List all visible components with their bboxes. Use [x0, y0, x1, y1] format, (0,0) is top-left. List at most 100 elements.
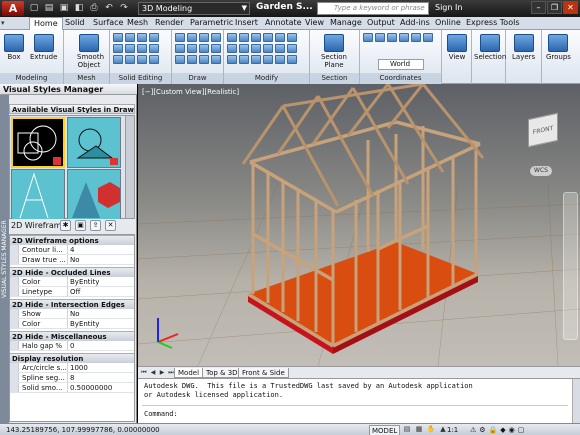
tab-annotate[interactable]: Annotate: [265, 17, 302, 30]
ribbon-options-icon[interactable]: ▾: [1, 17, 5, 30]
prev-layout-icon[interactable]: ◀: [149, 368, 157, 377]
stretch-icon[interactable]: [227, 44, 237, 53]
explode-icon[interactable]: [275, 44, 285, 53]
3d-move-icon[interactable]: [239, 55, 249, 64]
command-line-input[interactable]: Command:: [144, 410, 178, 419]
clean-screen-icon[interactable]: ▢: [518, 425, 525, 435]
tab-home[interactable]: Home: [29, 17, 63, 30]
property-value[interactable]: Off: [70, 287, 80, 296]
thumb-realistic[interactable]: [67, 169, 121, 220]
first-layout-icon[interactable]: ⏮: [140, 368, 148, 377]
open-icon[interactable]: ▤: [43, 2, 55, 14]
property-value[interactable]: 8: [70, 373, 74, 382]
command-scrollbar[interactable]: [572, 379, 580, 424]
spline-icon[interactable]: [199, 44, 209, 53]
category-occluded-lines[interactable]: 2D Hide - Occluded Lines: [10, 267, 134, 277]
3d-mirror-icon[interactable]: [263, 55, 273, 64]
ucs-world-icon[interactable]: [375, 33, 385, 42]
ucs-previous-icon[interactable]: [387, 33, 397, 42]
shell-icon[interactable]: [125, 55, 135, 64]
drawing-viewport[interactable]: [−][Custom View][Realistic] FRONT WCS: [138, 84, 580, 366]
property-value[interactable]: 0.50000000: [70, 383, 112, 392]
polyline-icon[interactable]: [187, 33, 197, 42]
tab-view[interactable]: View: [305, 17, 324, 30]
offset-edge-icon[interactable]: [149, 44, 159, 53]
trim-icon[interactable]: [251, 33, 261, 42]
circle-icon[interactable]: [199, 33, 209, 42]
tab-top-3d[interactable]: Top & 3D: [202, 368, 242, 378]
create-style-icon[interactable]: ✱: [60, 220, 71, 231]
property-value[interactable]: ByEntity: [70, 277, 99, 286]
wcs-menu[interactable]: WCS: [530, 166, 552, 176]
fillet-icon[interactable]: [287, 33, 297, 42]
separate-icon[interactable]: [113, 55, 123, 64]
box-button[interactable]: Box: [4, 34, 24, 61]
ucs-view-icon[interactable]: [423, 33, 433, 42]
saveas-icon[interactable]: ◧: [73, 2, 85, 14]
minimize-icon[interactable]: –: [531, 1, 546, 14]
ucs-object-icon[interactable]: [411, 33, 421, 42]
quick-view-drawings-icon[interactable]: ▦: [414, 425, 424, 434]
offset-icon[interactable]: [287, 44, 297, 53]
scale-icon[interactable]: [239, 44, 249, 53]
align-icon[interactable]: [227, 55, 237, 64]
3d-align-icon[interactable]: [287, 55, 297, 64]
fillet-edge-icon[interactable]: [137, 44, 147, 53]
property-value[interactable]: 0: [70, 341, 74, 350]
line-icon[interactable]: [175, 33, 185, 42]
sign-in-button[interactable]: Sign In: [435, 3, 462, 12]
panel-label-modify[interactable]: Modify: [224, 73, 309, 84]
navigation-bar[interactable]: [563, 192, 578, 340]
model-space-toggle[interactable]: MODEL: [369, 425, 401, 435]
rectangle-icon[interactable]: [175, 44, 185, 53]
polygon-icon[interactable]: [187, 44, 197, 53]
annotation-scale[interactable]: 1:1: [447, 425, 458, 435]
arc-icon[interactable]: [211, 33, 221, 42]
tab-insert[interactable]: Insert: [235, 17, 258, 30]
lock-icon[interactable]: 🔒: [489, 425, 498, 435]
undo-icon[interactable]: ↶: [103, 2, 115, 14]
imprint-icon[interactable]: [125, 44, 135, 53]
tab-online[interactable]: Online: [435, 17, 461, 30]
thumb-2d-wireframe[interactable]: [11, 117, 65, 168]
panel-label-coordinates[interactable]: Coordinates: [360, 73, 441, 84]
intersect-icon[interactable]: [137, 33, 147, 42]
annotation-visibility-icon[interactable]: ⚠: [470, 425, 476, 435]
hatch-icon[interactable]: [175, 55, 185, 64]
tab-model[interactable]: Model: [174, 368, 204, 378]
ucs-icon[interactable]: [363, 33, 373, 42]
section-plane-button[interactable]: Section Plane: [318, 34, 350, 69]
panel-label-solid-editing[interactable]: Solid Editing: [110, 73, 171, 84]
export-to-palette-icon[interactable]: ⇪: [90, 220, 101, 231]
ellipse-icon[interactable]: [211, 44, 221, 53]
extrude-button[interactable]: Extrude: [30, 34, 57, 61]
property-value[interactable]: No: [70, 255, 80, 264]
panel-label-modeling[interactable]: Modeling: [0, 73, 63, 84]
ucs-face-icon[interactable]: [399, 33, 409, 42]
3d-array-icon[interactable]: [275, 55, 285, 64]
panel-label-draw[interactable]: Draw: [172, 73, 223, 84]
redo-icon[interactable]: ↷: [118, 2, 130, 14]
tab-solid[interactable]: Solid: [65, 17, 85, 30]
tab-render[interactable]: Render: [155, 17, 183, 30]
workspace-switcher[interactable]: 3D Modeling ▼: [138, 2, 250, 15]
tab-express-tools[interactable]: Express Tools: [466, 17, 520, 30]
helix-icon[interactable]: [211, 55, 221, 64]
quick-view-layouts-icon[interactable]: ▤: [402, 425, 412, 434]
thumb-conceptual[interactable]: [67, 117, 121, 168]
category-wireframe-options[interactable]: 2D Wireframe options: [10, 235, 134, 245]
print-icon[interactable]: ⎙: [88, 2, 100, 14]
restore-icon[interactable]: ❐: [547, 1, 562, 14]
copy-icon[interactable]: [263, 33, 273, 42]
next-layout-icon[interactable]: ▶: [158, 368, 166, 377]
rotate-icon[interactable]: [239, 33, 249, 42]
hardware-acceleration-icon[interactable]: ◆: [500, 425, 505, 435]
palette-side-caption[interactable]: VISUAL STYLES MANAGER: [0, 95, 9, 423]
subtract-icon[interactable]: [125, 33, 135, 42]
interfere-icon[interactable]: [149, 55, 159, 64]
move-icon[interactable]: [227, 33, 237, 42]
isolate-objects-icon[interactable]: ◉: [509, 425, 515, 435]
search-input[interactable]: Type a keyword or phrase: [317, 2, 429, 15]
category-intersection-edges[interactable]: 2D Hide - Intersection Edges: [10, 299, 134, 309]
extract-edges-icon[interactable]: [113, 44, 123, 53]
